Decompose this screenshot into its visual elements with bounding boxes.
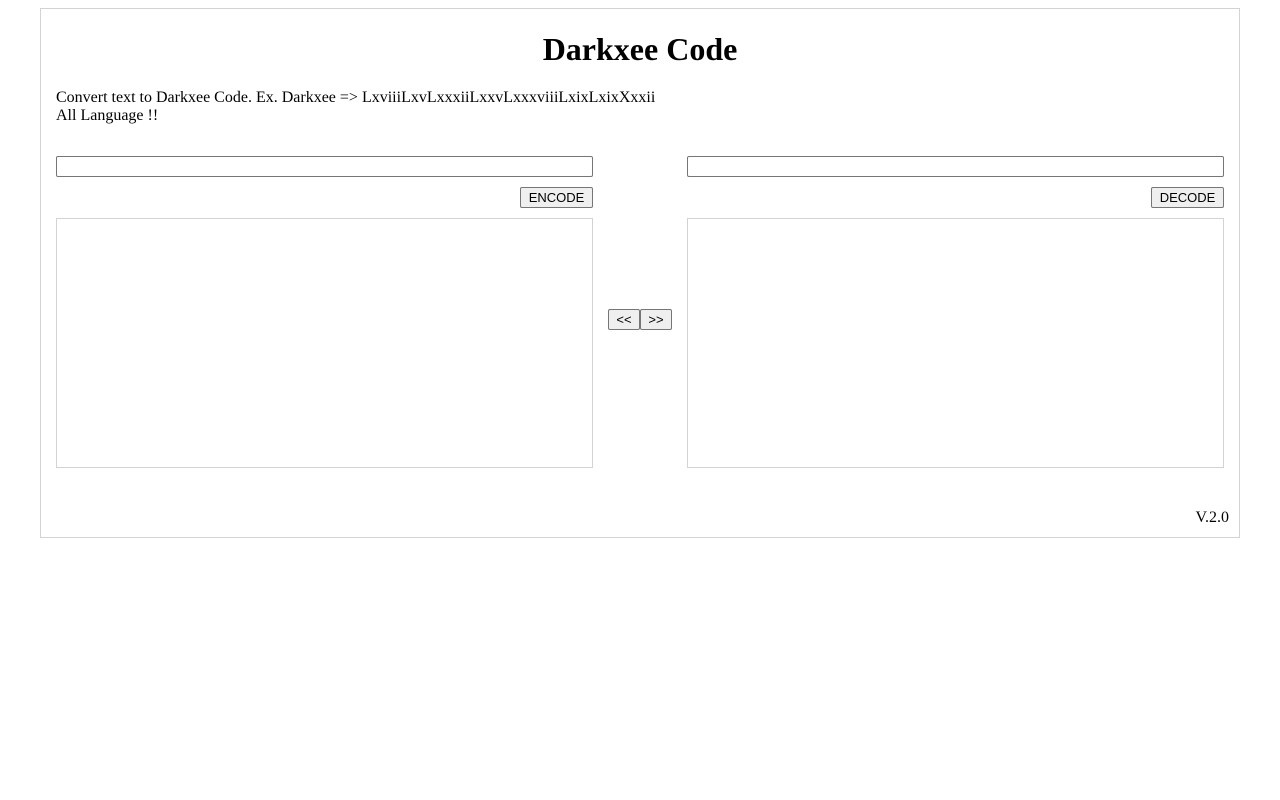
page-title: Darkxee Code [542, 31, 738, 67]
copy-to-right-button[interactable]: >> [640, 309, 672, 330]
decode-output-textarea[interactable] [687, 218, 1224, 468]
encode-input[interactable] [56, 156, 593, 177]
main-panel: Darkxee Code Convert text to Darkxee Cod… [40, 8, 1240, 538]
copy-to-left-button[interactable]: << [608, 309, 640, 330]
encode-button[interactable]: ENCODE [520, 187, 593, 208]
decode-input[interactable] [687, 156, 1224, 177]
encode-output-textarea[interactable] [56, 218, 593, 468]
description-line-language: All Language !! [56, 107, 159, 124]
description: Convert text to Darkxee Code. Ex. Darkxe… [56, 89, 655, 125]
description-line-example: Convert text to Darkxee Code. Ex. Darkxe… [56, 89, 656, 106]
version-label: V.2.0 [1195, 509, 1230, 526]
decode-button[interactable]: DECODE [1151, 187, 1224, 208]
